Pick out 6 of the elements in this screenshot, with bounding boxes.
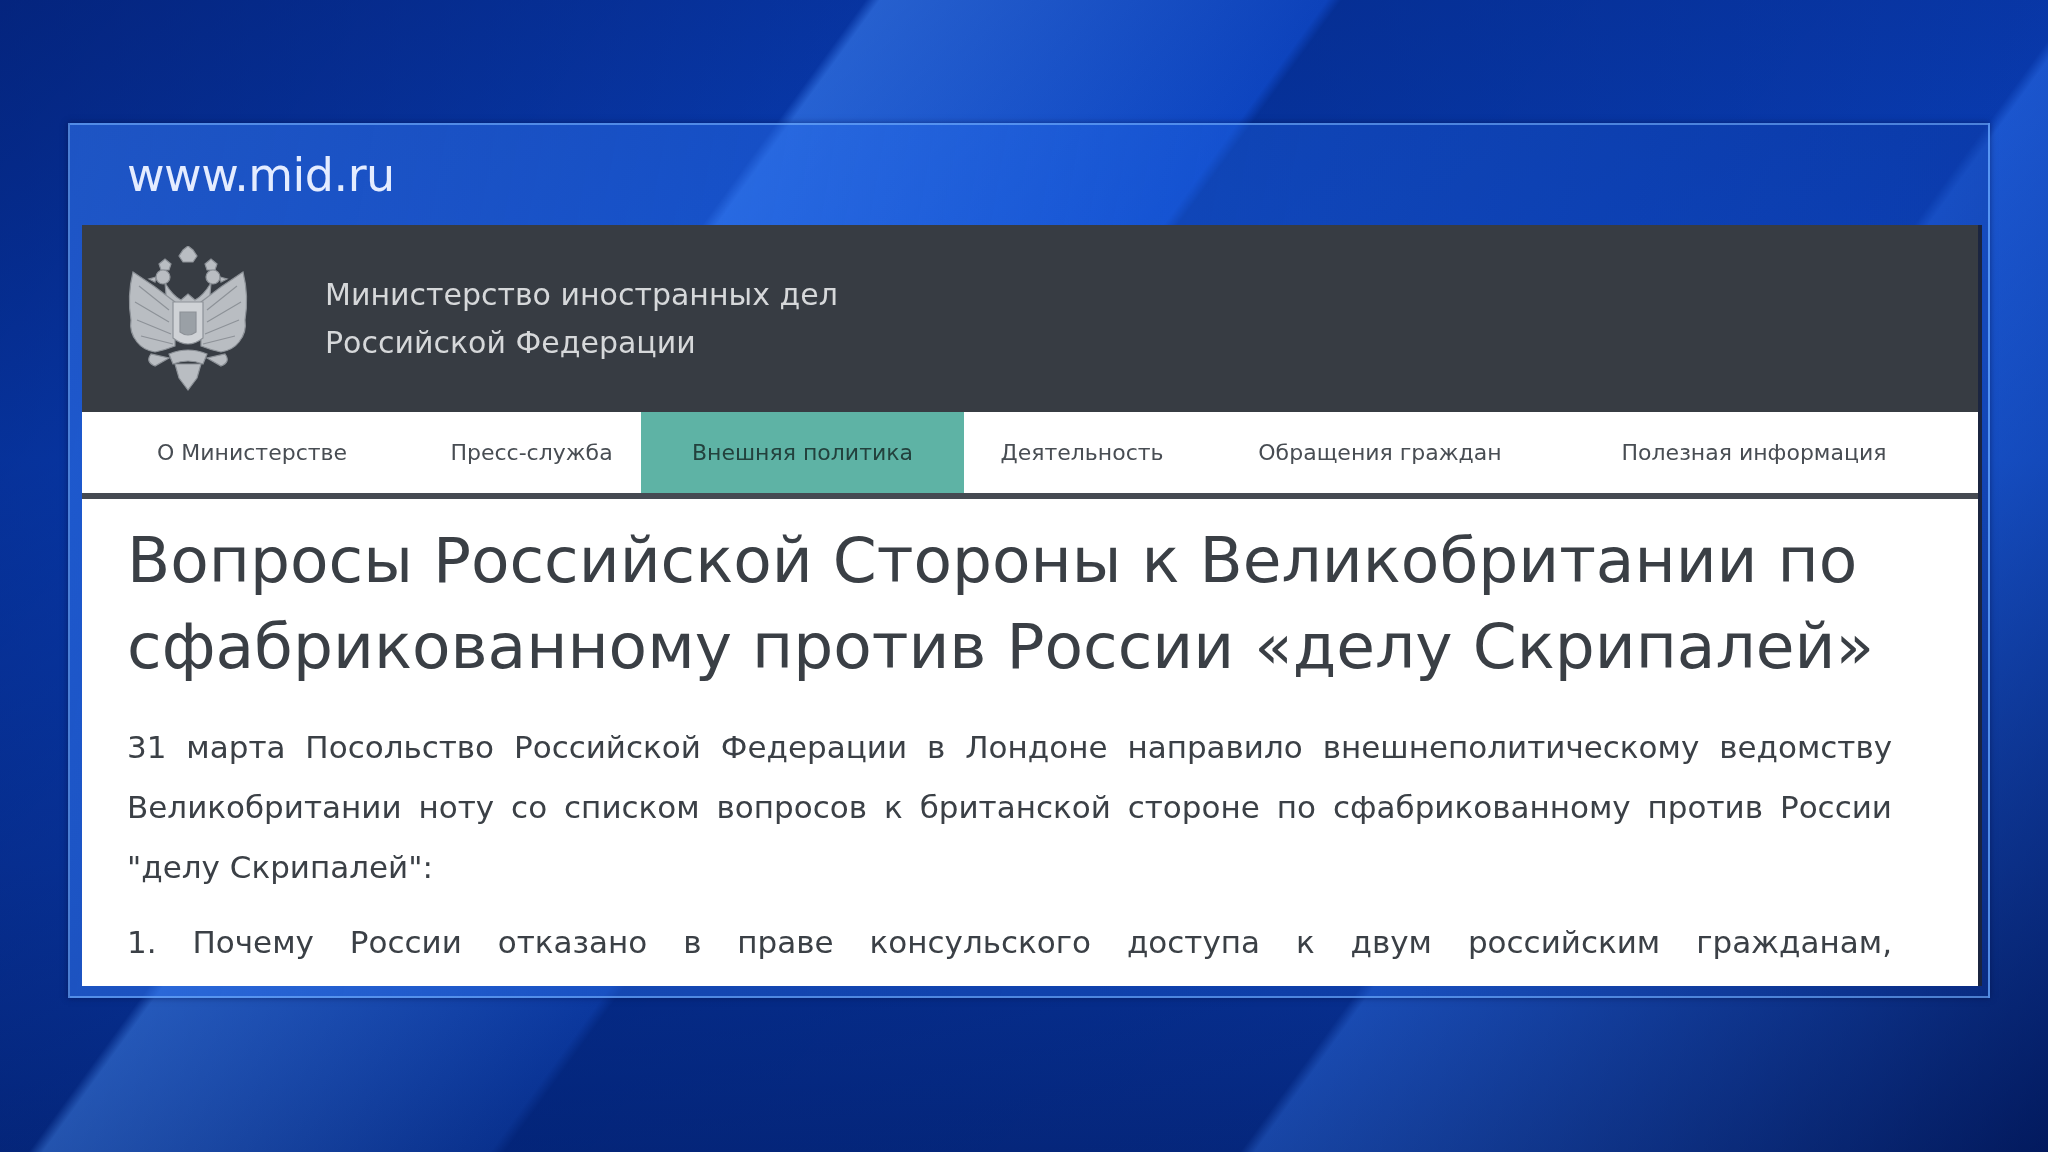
list-item-text: 1. Почему России отказано в праве консульского доступа к двум российским гражданам, — [127, 923, 1892, 962]
site-title: Министерство иностранных дел Российской Федерации — [325, 275, 839, 362]
url-caption: www.mid.ru — [127, 148, 395, 202]
article-title: Вопросы Российской Стороны к Великобритании по сфабрикованному против России «делу Скрипалей» — [127, 523, 1875, 685]
article-paragraph: 31 марта Посольство Российской Федерации в Лондоне направило внешнеполитическому ведомству Великобритании ноту со списком вопросов к британской стороне по сфабрикованному против России "делу Скрипалей": — [127, 728, 1892, 887]
nav-tab[interactable]: Внешняя политика — [641, 412, 964, 493]
